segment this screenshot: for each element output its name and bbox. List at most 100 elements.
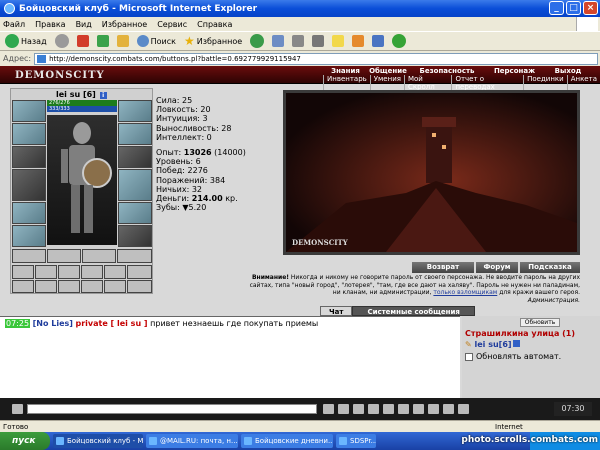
armor-slot[interactable] <box>12 169 46 201</box>
translit-icon[interactable] <box>413 404 424 414</box>
potion-slot-10[interactable] <box>81 280 103 293</box>
notes-button[interactable] <box>330 33 346 49</box>
close-button[interactable]: × <box>583 1 598 15</box>
gloves-slot[interactable] <box>12 225 46 247</box>
player-name[interactable]: lei su <box>56 90 80 99</box>
info-icon[interactable] <box>512 340 520 347</box>
potion-slot-12[interactable] <box>127 280 152 293</box>
address-input[interactable]: http://demonscity.combats.com/buttons.pl… <box>34 52 598 65</box>
shield-slot[interactable] <box>118 146 152 168</box>
chat-input[interactable] <box>27 404 317 414</box>
messenger-button[interactable] <box>350 33 366 49</box>
home-icon <box>116 35 129 47</box>
icq-button[interactable] <box>390 33 408 49</box>
emoticon-icon[interactable] <box>428 404 439 414</box>
online-user-name[interactable]: lei su <box>475 340 499 349</box>
belt-slot[interactable] <box>12 202 46 224</box>
potion-slot-3[interactable] <box>58 265 80 279</box>
nav-skills[interactable]: Умения <box>369 75 404 91</box>
return-button[interactable]: Возврат <box>412 262 474 273</box>
hint-button[interactable]: Подсказка <box>520 262 580 273</box>
tab-chat[interactable]: Чат <box>320 306 353 316</box>
edit-button[interactable] <box>310 33 326 49</box>
nav-communication[interactable]: Общение <box>364 67 412 75</box>
chat-private-target[interactable]: private [ lei su ] <box>75 319 147 328</box>
chat-sender[interactable]: [No Lies] <box>33 319 73 328</box>
task-diary-window[interactable]: Бойцовские дневни... <box>241 434 333 448</box>
task-ie-window[interactable]: Бойцовский клуб - M... <box>53 434 143 448</box>
refresh-list-button[interactable]: Обновить <box>520 318 560 327</box>
menu-help[interactable]: Справка <box>197 20 232 29</box>
history-button[interactable] <box>248 33 266 49</box>
nav-transfer-report[interactable]: Отчет о переводах <box>451 75 523 91</box>
color-icon[interactable] <box>443 404 454 414</box>
start-button[interactable]: пуск <box>0 432 50 450</box>
menu-edit[interactable]: Правка <box>35 20 65 29</box>
home-button[interactable] <box>115 33 131 49</box>
potion-slot-8[interactable] <box>35 280 57 293</box>
sound-icon[interactable] <box>383 404 394 414</box>
menu-file[interactable]: Файл <box>3 20 25 29</box>
auto-refresh-label: Обновлять автомат. <box>476 352 562 361</box>
clear-chat-icon[interactable] <box>398 404 409 414</box>
scroll-icon[interactable] <box>368 404 379 414</box>
potion-slot-7[interactable] <box>12 280 34 293</box>
filter-icon[interactable] <box>353 404 364 414</box>
chat-clear-icon[interactable] <box>12 404 23 414</box>
necklace-slot[interactable] <box>12 123 46 145</box>
print-button[interactable] <box>290 33 306 49</box>
potion-slot-4[interactable] <box>81 265 103 279</box>
maximize-button[interactable]: □ <box>566 1 581 15</box>
task-mail-window[interactable]: @MAIL.RU: почта, н... <box>146 434 238 448</box>
refresh-button[interactable] <box>95 33 111 49</box>
send-icon[interactable] <box>323 404 334 414</box>
menu-view[interactable]: Вид <box>76 20 92 29</box>
potion-slot-5[interactable] <box>104 265 126 279</box>
tab-system-messages[interactable]: Системные сообщения <box>352 306 475 316</box>
ring-slot-3[interactable] <box>82 249 116 263</box>
weapon-slot[interactable] <box>12 146 46 168</box>
potion-slot-1[interactable] <box>12 265 34 279</box>
info-icon[interactable]: i <box>99 92 107 99</box>
boots-slot[interactable] <box>118 202 152 224</box>
ring-slot-1[interactable] <box>12 249 46 263</box>
stop-button[interactable] <box>75 33 91 49</box>
nav-character[interactable]: Персонаж <box>482 67 547 75</box>
potion-slot-11[interactable] <box>104 280 126 293</box>
nav-knowledge[interactable]: Знания <box>327 67 364 75</box>
potion-slot-2[interactable] <box>35 265 57 279</box>
potion-slot-6[interactable] <box>127 265 152 279</box>
back-button[interactable]: Назад <box>3 33 49 49</box>
task-sdspr-window[interactable]: SDSPr... <box>336 434 376 448</box>
forward-button[interactable] <box>53 33 71 49</box>
online-user[interactable]: ✎ lei su[6] <box>465 340 520 349</box>
page-content: DEMONSCITY Знания Общение Безопасность П… <box>0 66 600 420</box>
minimize-button[interactable]: _ <box>549 1 564 15</box>
potion-slot-9[interactable] <box>58 280 80 293</box>
warning-link[interactable]: только взломщикам <box>433 289 497 296</box>
earrings-slot[interactable] <box>118 100 152 122</box>
favorites-button[interactable]: ★ Избранное <box>182 33 244 49</box>
ring-slot-4[interactable] <box>117 249 152 263</box>
helmet-slot[interactable] <box>12 100 46 122</box>
forum-button[interactable]: Форум <box>476 262 518 273</box>
search-button[interactable]: Поиск <box>135 33 178 49</box>
settings-icon[interactable] <box>458 404 469 414</box>
nav-inventory[interactable]: Инвентарь <box>323 75 370 91</box>
user-action-icon[interactable]: ✎ <box>465 340 472 349</box>
nav-exit[interactable]: Выход <box>547 67 589 75</box>
menu-favorites[interactable]: Избранное <box>102 20 147 29</box>
research-button[interactable] <box>370 33 386 49</box>
ring-slot-2[interactable] <box>47 249 81 263</box>
nav-my-scroll[interactable]: Мой Скролл <box>403 75 451 91</box>
bracer-slot[interactable] <box>118 123 152 145</box>
pants-slot[interactable] <box>118 169 152 201</box>
gem-slot[interactable] <box>118 225 152 247</box>
mail-button[interactable] <box>270 33 286 49</box>
nav-profile[interactable]: Анкета <box>566 75 600 91</box>
nav-fights[interactable]: Поединки <box>523 75 567 91</box>
menu-tools[interactable]: Сервис <box>157 20 187 29</box>
auto-refresh-checkbox[interactable] <box>465 352 473 361</box>
smile-icon[interactable] <box>338 404 349 414</box>
nav-security[interactable]: Безопасность <box>412 67 482 75</box>
